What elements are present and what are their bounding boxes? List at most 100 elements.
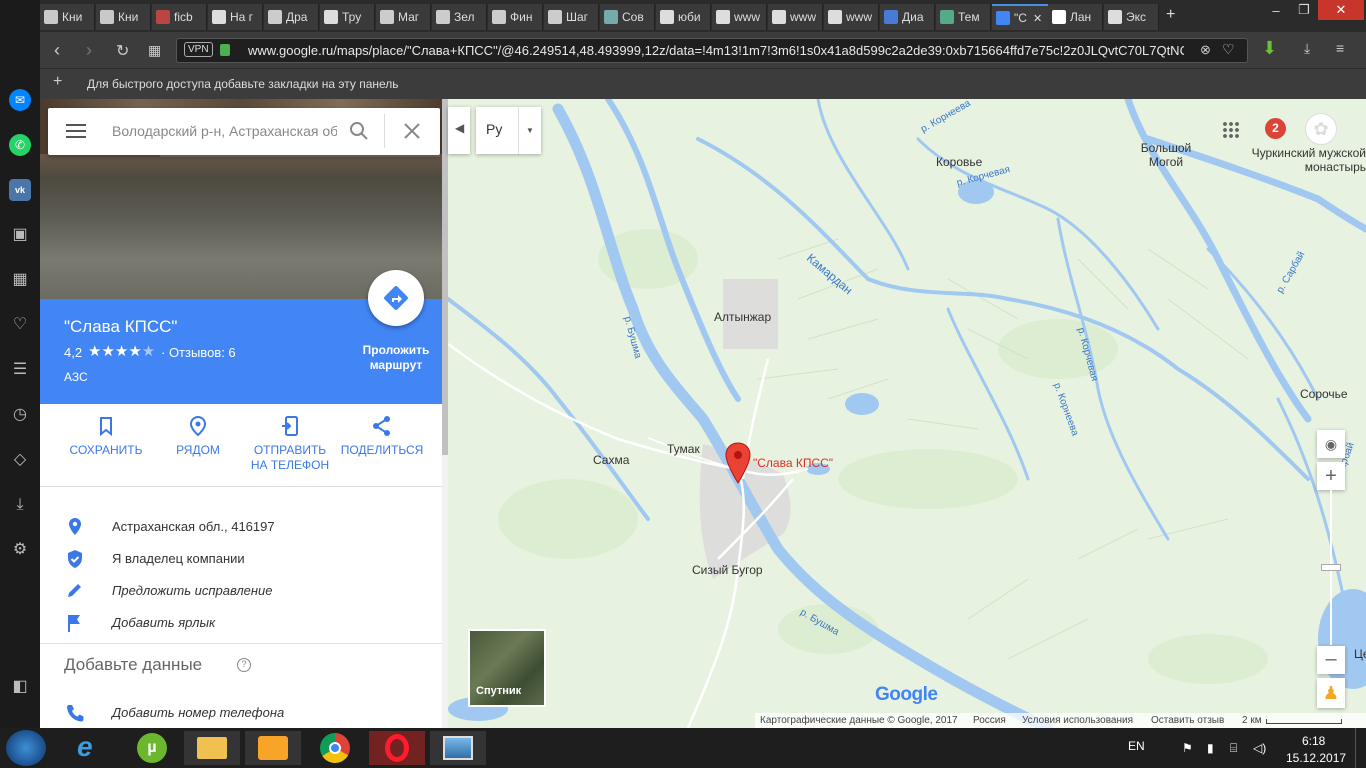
save-button[interactable]: СОХРАНИТЬ: [61, 415, 151, 458]
utorrent-icon[interactable]: µ: [123, 731, 179, 765]
browser-tab[interactable]: ficb: [152, 4, 207, 30]
messenger-icon[interactable]: ✉: [9, 89, 31, 111]
vpn-badge[interactable]: VPN: [184, 42, 213, 57]
new-tab-button[interactable]: +: [1166, 6, 1175, 24]
speed-dial-sidebar-icon[interactable]: ▦: [9, 269, 31, 291]
directions-button[interactable]: [368, 270, 424, 326]
chrome-icon[interactable]: [306, 731, 362, 765]
browser-tab[interactable]: Диа: [880, 4, 935, 30]
language-selector[interactable]: Ру ▼: [476, 107, 541, 154]
input-language[interactable]: EN: [1128, 739, 1145, 753]
help-icon[interactable]: ?: [237, 658, 251, 672]
show-desktop-button[interactable]: [1355, 728, 1366, 768]
close-window-button[interactable]: ✕: [1318, 0, 1364, 20]
feedback-link[interactable]: Оставить отзыв: [1151, 715, 1224, 726]
tab-close-icon[interactable]: ✕: [1033, 12, 1042, 25]
browser-tab[interactable]: Маг: [376, 4, 431, 30]
browser-tab[interactable]: www: [824, 4, 879, 30]
place-label-sorochye[interactable]: Сорочье: [1300, 387, 1348, 401]
place-label-korovye[interactable]: Коровье: [936, 155, 982, 169]
minimize-button[interactable]: –: [1262, 0, 1290, 20]
place-label-tumak[interactable]: Тумак: [667, 442, 700, 456]
browser-tab[interactable]: www: [712, 4, 767, 30]
tray-battery-icon[interactable]: ▮: [1207, 741, 1214, 755]
browser-tab[interactable]: "С ✕: [992, 4, 1052, 30]
apps-grid-icon[interactable]: [1222, 121, 1240, 139]
place-label-bolshoy-mogoy[interactable]: Большой Могой: [1136, 141, 1196, 169]
owner-row[interactable]: Я владелец компании: [64, 549, 424, 569]
place-label-sakhma[interactable]: Сахма: [593, 453, 629, 467]
forward-button[interactable]: ›: [86, 40, 92, 61]
nearby-button[interactable]: РЯДОМ: [153, 415, 243, 458]
add-phone-row[interactable]: Добавить номер телефона: [64, 703, 424, 723]
clock-date[interactable]: 15.12.2017: [1286, 751, 1346, 765]
place-label-sizy-bugor[interactable]: Сизый Бугор: [692, 563, 763, 577]
speed-dial-icon[interactable]: ▦: [148, 42, 161, 59]
history-icon[interactable]: ◷: [9, 404, 31, 426]
place-label-churkinsky-monastery[interactable]: Чуркинский мужской монастырь: [1234, 146, 1366, 174]
browser-tab[interactable]: юби: [656, 4, 711, 30]
file-explorer-icon[interactable]: [184, 731, 240, 765]
hamburger-menu-icon[interactable]: [66, 124, 86, 138]
whatsapp-icon[interactable]: ✆: [9, 134, 31, 156]
browser-tab[interactable]: Сов: [600, 4, 655, 30]
menu-icon[interactable]: ≡: [1336, 40, 1344, 56]
share-button[interactable]: ПОДЕЛИТЬСЯ: [337, 415, 427, 458]
tray-volume-icon[interactable]: ◁): [1253, 741, 1266, 755]
settings-gear-icon[interactable]: ⚙: [9, 539, 31, 561]
browser-tab[interactable]: Кни: [40, 4, 95, 30]
url-text[interactable]: www.google.ru/maps/place/"Слава+КПСС"/@4…: [248, 43, 1184, 58]
sidebar-toggle-icon[interactable]: ◧: [9, 676, 31, 698]
place-label-altynzhar[interactable]: Алтынжар: [714, 310, 771, 324]
place-category[interactable]: АЗС: [64, 370, 88, 384]
avatar[interactable]: ✿: [1305, 113, 1337, 145]
collapse-panel-button[interactable]: ◀: [448, 107, 470, 154]
photo-viewer-icon[interactable]: [430, 731, 486, 765]
reviews-link[interactable]: · Отзывов: 6: [161, 345, 236, 360]
notifications-badge[interactable]: 2: [1265, 118, 1286, 139]
opera-taskbar-icon[interactable]: [369, 731, 425, 765]
close-icon[interactable]: [403, 122, 421, 145]
search-icon[interactable]: [349, 121, 369, 146]
map-country-link[interactable]: Россия: [973, 715, 1006, 726]
map-canvas[interactable]: Коровье Большой Могой Чуркинский мужской…: [448, 99, 1366, 728]
clock-time[interactable]: 6:18: [1302, 734, 1325, 748]
marker-label[interactable]: "Слава КПСС": [753, 456, 833, 470]
browser-tab[interactable]: Лан: [1048, 4, 1103, 30]
terms-link[interactable]: Условия использования: [1022, 715, 1133, 726]
place-marker-icon[interactable]: [725, 442, 751, 489]
satellite-toggle[interactable]: Спутник: [468, 629, 546, 707]
reload-icon[interactable]: ↻: [116, 41, 129, 61]
camera-icon[interactable]: ▣: [9, 224, 31, 246]
browser-tab[interactable]: www: [768, 4, 823, 30]
downloads-icon[interactable]: ⤓: [1304, 40, 1310, 57]
bookmark-heart-icon[interactable]: ♡: [1222, 41, 1235, 58]
browser-tab[interactable]: Дра: [264, 4, 319, 30]
maximize-button[interactable]: ❐: [1290, 0, 1318, 20]
vk-icon[interactable]: vk: [9, 179, 31, 201]
tray-network-icon[interactable]: ⌸: [1230, 741, 1237, 756]
place-label-ts[interactable]: Це: [1354, 647, 1366, 661]
send-to-phone-button[interactable]: ОТПРАВИТЬ НА ТЕЛЕФОН: [245, 415, 335, 473]
search-input[interactable]: Володарский р-н, Астраханская обл.: [112, 123, 337, 139]
add-label-row[interactable]: Добавить ярлык: [64, 613, 424, 633]
browser-tab[interactable]: Кни: [96, 4, 151, 30]
start-button[interactable]: [6, 730, 46, 766]
download-arrow-icon[interactable]: ⬇: [1262, 38, 1277, 59]
downloads-sidebar-icon[interactable]: ⤓: [9, 494, 31, 516]
scale-label[interactable]: 2 км: [1242, 715, 1262, 726]
internet-explorer-icon[interactable]: e: [62, 731, 118, 765]
clear-url-icon[interactable]: ⊗: [1200, 42, 1211, 58]
zoom-in-button[interactable]: +: [1317, 462, 1345, 490]
news-icon[interactable]: ☰: [9, 359, 31, 381]
browser-tab[interactable]: Зел: [432, 4, 487, 30]
my-location-button[interactable]: ◉: [1317, 430, 1345, 458]
browser-tab[interactable]: Фин: [488, 4, 543, 30]
back-button[interactable]: ‹: [54, 40, 60, 61]
street-view-pegman-button[interactable]: ♟: [1317, 678, 1345, 708]
heart-icon[interactable]: ♡: [9, 314, 31, 336]
browser-tab[interactable]: Тру: [320, 4, 375, 30]
browser-tab[interactable]: Шаг: [544, 4, 599, 30]
address-row[interactable]: Астраханская обл., 416197: [64, 517, 424, 537]
media-player-icon[interactable]: [245, 731, 301, 765]
